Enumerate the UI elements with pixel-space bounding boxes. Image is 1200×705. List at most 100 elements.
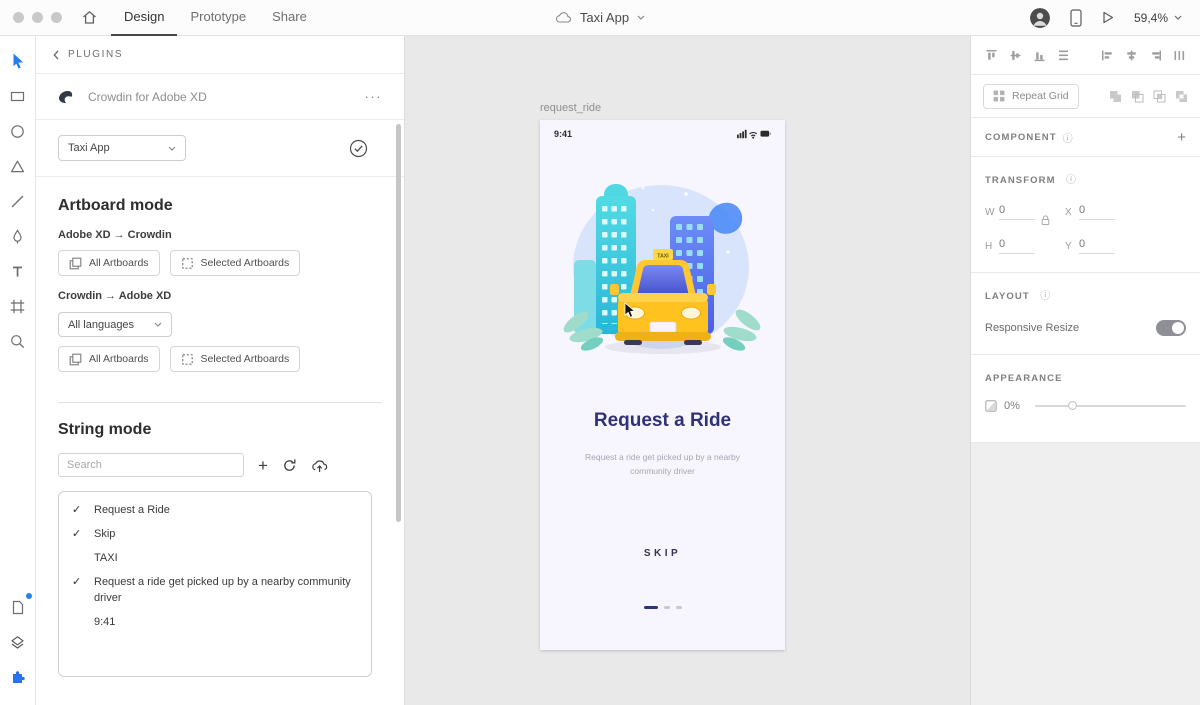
rectangle-tool[interactable]: [5, 83, 31, 109]
layers-panel-button[interactable]: [5, 629, 31, 655]
artboard-label[interactable]: request_ride: [540, 102, 601, 114]
align-center-icon[interactable]: [1125, 49, 1138, 62]
align-middle-icon[interactable]: [1009, 49, 1022, 62]
skip-button[interactable]: SKIP: [540, 548, 785, 559]
artboard-icon: [10, 299, 25, 313]
component-section-header: COMPONENT ⓘ +: [971, 118, 1200, 157]
opacity-value[interactable]: 0%: [1004, 400, 1020, 412]
boolean-exclude-icon[interactable]: [1175, 90, 1188, 103]
align-right-icon[interactable]: [1149, 49, 1162, 62]
repeat-grid-button[interactable]: Repeat Grid: [983, 83, 1079, 109]
assets-panel-button[interactable]: [5, 593, 32, 620]
window-controls: [0, 12, 72, 23]
string-text: 9:41: [94, 615, 116, 628]
boolean-subtract-icon[interactable]: [1131, 90, 1144, 103]
device-preview-button[interactable]: [1070, 8, 1082, 27]
plugin-overflow-menu-button[interactable]: ···: [365, 89, 383, 104]
pen-tool[interactable]: [5, 223, 31, 249]
x-field[interactable]: 0: [1079, 204, 1115, 220]
taxi-illustration: TAXI: [563, 184, 760, 354]
chevron-left-icon: [53, 50, 59, 59]
polygon-tool[interactable]: [5, 153, 31, 179]
select-tool[interactable]: [5, 48, 31, 74]
ellipse-tool[interactable]: [5, 118, 31, 144]
slider-thumb[interactable]: [1068, 401, 1078, 410]
add-string-button[interactable]: +: [258, 457, 268, 474]
selected-artboards-button[interactable]: Selected Artboards: [169, 346, 301, 372]
plugins-puzzle-icon: [12, 671, 25, 683]
line-tool[interactable]: [5, 188, 31, 214]
zoom-tool[interactable]: [5, 328, 31, 354]
project-select[interactable]: Taxi App: [58, 135, 186, 161]
info-icon[interactable]: ⓘ: [1066, 175, 1076, 186]
boolean-add-icon[interactable]: [1109, 90, 1122, 103]
boolean-intersect-icon[interactable]: [1153, 90, 1166, 103]
info-icon[interactable]: ⓘ: [1063, 130, 1073, 145]
scrollbar[interactable]: [396, 124, 401, 522]
opacity-icon: [985, 400, 997, 412]
distribute-vertical-icon[interactable]: [1057, 49, 1070, 62]
align-top-icon[interactable]: [985, 49, 998, 62]
grid-icon: [993, 90, 1005, 102]
plugins-back-label: PLUGINS: [68, 49, 124, 60]
all-artboards-button[interactable]: All Artboards: [58, 346, 160, 372]
confirm-project-button[interactable]: [349, 139, 368, 158]
distribute-horizontal-icon[interactable]: [1173, 49, 1186, 62]
transform-section: TRANSFORM ⓘ W 0 X 0 H 0 Y 0: [971, 157, 1200, 273]
list-item[interactable]: TAXI: [59, 547, 371, 571]
window-zoom-button[interactable]: [51, 12, 62, 23]
project-row: Taxi App: [36, 120, 404, 177]
lock-aspect-button[interactable]: [1041, 215, 1050, 226]
toggle-knob: [1172, 322, 1184, 334]
list-item[interactable]: ✓ Request a ride get picked up by a near…: [59, 571, 371, 611]
page-dot-active: [643, 606, 658, 609]
text-tool[interactable]: [5, 258, 31, 284]
artboard-tool[interactable]: [5, 293, 31, 319]
upload-button[interactable]: [311, 458, 328, 473]
rectangle-icon: [10, 91, 25, 101]
crowdin-logo: [59, 90, 73, 103]
tab-prototype[interactable]: Prototype: [177, 0, 259, 36]
plugins-back[interactable]: PLUGINS: [36, 36, 404, 74]
y-field[interactable]: 0: [1079, 238, 1115, 254]
selected-artboards-button[interactable]: Selected Artboards: [169, 250, 301, 276]
refresh-button[interactable]: [282, 458, 297, 473]
search-input[interactable]: [58, 453, 244, 477]
plugins-panel-button[interactable]: [5, 664, 31, 690]
opacity-slider[interactable]: [1034, 401, 1186, 410]
document-title-label: Taxi App: [579, 10, 630, 25]
canvas[interactable]: request_ride 9:41 TAXI Request a Ride Re…: [405, 36, 970, 705]
list-item[interactable]: ✓ Skip: [59, 523, 371, 547]
artboard-request-ride[interactable]: 9:41 TAXI Request a Ride Request a ride …: [540, 120, 785, 650]
tab-design[interactable]: Design: [111, 0, 178, 36]
align-bottom-icon[interactable]: [1033, 49, 1046, 62]
check-icon: ✓: [72, 575, 82, 588]
direction-xd-to-crowdin: Adobe XD → Crowdin: [58, 229, 172, 241]
info-icon[interactable]: ⓘ: [1040, 291, 1050, 302]
responsive-resize-toggle[interactable]: [1156, 320, 1186, 336]
direction-crowdin-to-xd: Crowdin → Adobe XD: [58, 290, 172, 302]
list-item[interactable]: ✓ Request a Ride: [59, 499, 371, 523]
list-item[interactable]: 9:41: [59, 611, 371, 635]
all-artboards-label: All Artboards: [89, 353, 149, 365]
screen-subtitle: Request a ride get picked up by a nearby…: [585, 452, 740, 477]
status-icons: [737, 129, 771, 139]
add-component-button[interactable]: +: [1177, 130, 1186, 145]
all-artboards-button[interactable]: All Artboards: [58, 250, 160, 276]
document-title[interactable]: Taxi App: [555, 10, 645, 25]
languages-select[interactable]: All languages: [58, 312, 172, 337]
plugin-panel: PLUGINS Crowdin for Adobe XD ··· Taxi Ap…: [36, 36, 405, 705]
window-minimize-button[interactable]: [32, 12, 43, 23]
responsive-resize-label: Responsive Resize: [985, 322, 1080, 334]
zoom-control[interactable]: 59,4%: [1134, 11, 1182, 25]
user-avatar[interactable]: [1029, 7, 1050, 28]
width-field[interactable]: 0: [999, 204, 1035, 220]
height-field[interactable]: 0: [999, 238, 1035, 254]
dashed-selection-icon: [181, 353, 193, 365]
preview-play-button[interactable]: [1102, 11, 1114, 24]
home-button[interactable]: [82, 10, 97, 25]
copy-icon: [69, 353, 82, 365]
tab-share[interactable]: Share: [259, 0, 320, 36]
window-close-button[interactable]: [13, 12, 24, 23]
align-left-icon[interactable]: [1101, 49, 1114, 62]
